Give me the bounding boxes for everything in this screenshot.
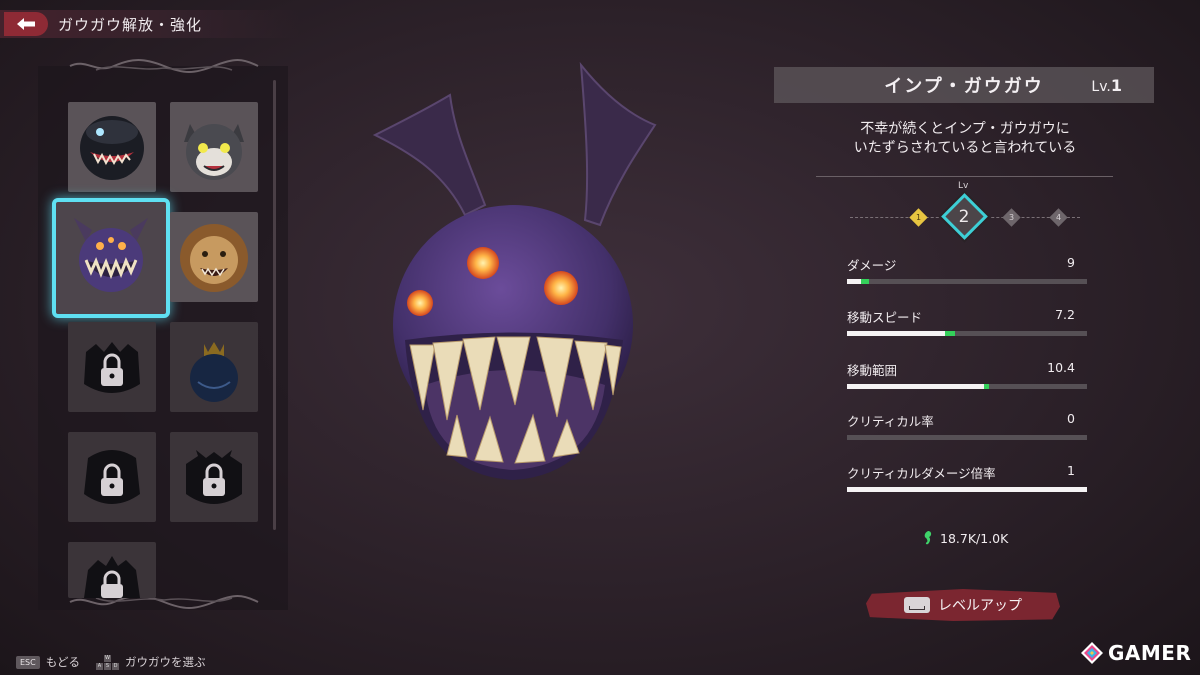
wasd-keys-icon: W ASD xyxy=(96,654,119,670)
creature-slot-8-locked[interactable] xyxy=(170,432,258,522)
gamer-watermark: GAMER xyxy=(1080,641,1191,665)
divider xyxy=(816,176,1113,177)
stat-bar xyxy=(847,384,1087,389)
lock-icon xyxy=(186,450,242,504)
level-up-label: レベルアップ xyxy=(938,598,1022,614)
gamer-logo-icon xyxy=(1081,642,1103,664)
lock-icon xyxy=(84,450,140,504)
page-title: ガウガウ解放・強化 xyxy=(58,15,203,34)
screen-header: ガウガウ解放・強化 xyxy=(0,10,300,38)
creature-description: 不幸が続くとインプ・ガウガウに いたずらされていると言われている xyxy=(790,120,1140,158)
stat-label: クリティカルダメージ倍率 xyxy=(847,466,996,481)
collection-scrollbar[interactable] xyxy=(273,80,276,530)
lion-creature-icon xyxy=(180,224,248,292)
creature-slot-4[interactable] xyxy=(170,212,258,302)
cat-creature-icon xyxy=(184,124,244,180)
creature-slot-2[interactable] xyxy=(170,102,258,192)
stat-critical-damage: クリティカルダメージ倍率 1 xyxy=(847,463,1087,492)
lock-icon xyxy=(84,342,140,393)
stat-bar xyxy=(847,331,1087,336)
stat-move-speed: 移動スピード 7.2 xyxy=(847,307,1087,336)
esc-key-icon: ESC xyxy=(16,655,40,669)
stat-bar xyxy=(847,487,1087,492)
stat-value: 10.4 xyxy=(1047,360,1075,375)
stat-value: 9 xyxy=(1067,255,1075,270)
dark-ball-creature-icon xyxy=(80,116,144,180)
description-line-2: いたずらされていると言われている xyxy=(853,140,1077,156)
stat-value: 7.2 xyxy=(1055,307,1075,322)
stat-bar xyxy=(847,279,1087,284)
stat-move-range: 移動範囲 10.4 xyxy=(847,360,1087,389)
imp-creature-icon xyxy=(74,218,148,292)
currency-text: 18.7K/1.0K xyxy=(940,530,1009,546)
stat-value: 0 xyxy=(1067,411,1075,426)
level-up-button[interactable]: レベルアップ xyxy=(866,589,1060,621)
creature-level: Lv.1 xyxy=(1091,75,1122,95)
watermark-text: GAMER xyxy=(1108,641,1192,665)
hint-select-label: ガウガウを選ぶ xyxy=(125,655,206,669)
creature-slot-9-locked[interactable] xyxy=(68,542,156,598)
king-creature-silhouette-icon xyxy=(190,342,238,402)
stat-bar xyxy=(847,435,1087,440)
creature-slot-7-locked[interactable] xyxy=(68,432,156,522)
level-node-4[interactable]: 4 xyxy=(1049,208,1068,227)
creature-slot-1[interactable] xyxy=(68,102,156,192)
creature-slot-3-selected[interactable] xyxy=(52,198,170,318)
currency-counter: 18.7K/1.0K xyxy=(922,530,1008,546)
hint-back: ESC もどる xyxy=(16,654,80,670)
level-node-1[interactable]: 1 xyxy=(909,208,928,227)
hint-select: W ASD ガウガウを選ぶ xyxy=(96,654,206,670)
level-node-2-current[interactable]: 2 xyxy=(941,193,988,240)
stat-critical-rate: クリティカル率 0 xyxy=(847,411,1087,440)
lock-icon xyxy=(84,556,140,598)
stat-label: 移動範囲 xyxy=(847,363,898,378)
creature-slot-5-locked[interactable] xyxy=(68,322,156,412)
creature-slot-6-locked[interactable] xyxy=(170,322,258,412)
hint-back-label: もどる xyxy=(45,655,80,669)
creature-name-bar: インプ・ガウガウ Lv.1 xyxy=(774,67,1154,103)
spacebar-key-icon xyxy=(904,597,930,613)
stat-label: クリティカル率 xyxy=(847,414,934,429)
ornament-top xyxy=(69,59,259,73)
description-line-1: 不幸が続くとインプ・ガウガウに xyxy=(860,121,1070,137)
back-arrow-icon xyxy=(17,18,35,30)
stat-value: 1 xyxy=(1067,463,1075,478)
stat-label: 移動スピード xyxy=(847,310,923,325)
back-button[interactable] xyxy=(4,12,48,36)
seahorse-currency-icon xyxy=(924,531,932,545)
stat-label: ダメージ xyxy=(847,258,897,273)
level-track-label: Lv xyxy=(958,181,969,191)
imp-gaugau-model xyxy=(372,61,657,480)
stat-damage: ダメージ 9 xyxy=(847,255,1087,284)
level-node-3[interactable]: 3 xyxy=(1002,208,1021,227)
